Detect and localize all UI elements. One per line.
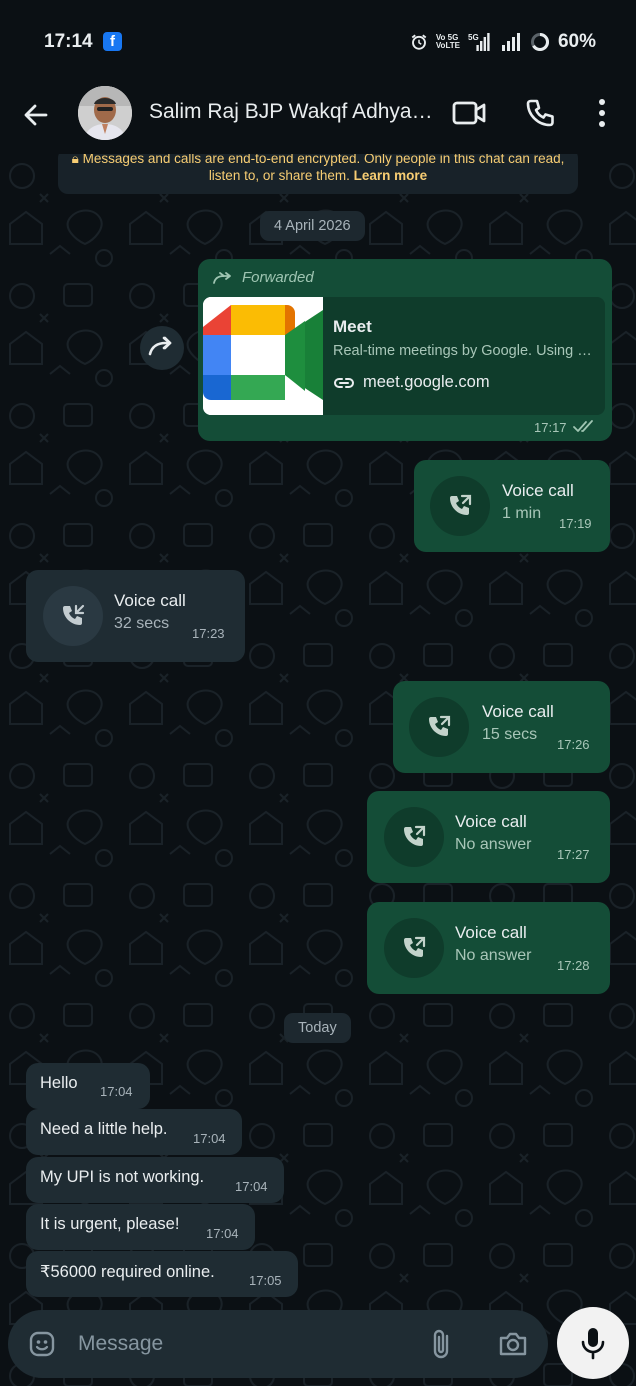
- google-meet-logo: [203, 297, 323, 415]
- date-divider: Today: [284, 1013, 351, 1043]
- avatar-image: [78, 86, 132, 140]
- text-message[interactable]: It is urgent, please! 17:04: [26, 1204, 255, 1250]
- forwarded-icon: [213, 272, 231, 284]
- call-title: Voice call: [455, 812, 527, 831]
- status-time: 17:14: [44, 31, 93, 52]
- link-icon: [334, 378, 354, 388]
- emoji-icon[interactable]: [28, 1330, 56, 1358]
- call-title: Voice call: [502, 481, 574, 500]
- learn-more-link[interactable]: Learn more: [354, 168, 428, 183]
- call-title: Voice call: [114, 591, 186, 610]
- status-bar: 17:14 f Vo 5G VoLTE 5G 60%: [0, 0, 636, 84]
- message-time: 17:17: [534, 420, 567, 435]
- outgoing-call-icon: [450, 494, 472, 515]
- call-message[interactable]: Voice call 15 secs 17:26: [393, 681, 610, 773]
- read-ticks-icon: [573, 420, 593, 432]
- message-time: 17:27: [557, 847, 590, 862]
- signal-icon: [501, 33, 520, 51]
- text-message[interactable]: Hello 17:04: [26, 1063, 150, 1109]
- link-title: Meet: [333, 317, 372, 336]
- lock-icon: 🔒︎: [71, 154, 79, 166]
- phone-icon[interactable]: [524, 97, 556, 129]
- call-message[interactable]: Voice call 32 secs 17:23: [26, 570, 245, 662]
- message-time: 17:04: [206, 1226, 239, 1241]
- call-title: Voice call: [455, 923, 527, 942]
- camera-icon[interactable]: [497, 1329, 529, 1359]
- network-tag-bottom: VoLTE: [435, 41, 460, 50]
- message-time: 17:04: [100, 1084, 133, 1099]
- text-message[interactable]: ₹56000 required online. 17:05: [26, 1251, 298, 1297]
- forward-button[interactable]: [140, 326, 184, 370]
- call-detail: No answer: [455, 947, 532, 964]
- call-icon-circle: [409, 697, 469, 757]
- call-title: Voice call: [482, 702, 554, 721]
- contact-name[interactable]: Salim Raj BJP Wakqf Adhyaksh: [149, 100, 437, 124]
- alarm-icon: [411, 34, 427, 50]
- call-detail: No answer: [455, 836, 532, 853]
- message-input-bar[interactable]: Message: [8, 1310, 548, 1378]
- call-detail: 32 secs: [114, 615, 170, 632]
- encryption-notice[interactable]: 🔒︎ Messages and calls are end-to-end enc…: [58, 154, 578, 194]
- link-url[interactable]: meet.google.com: [363, 373, 490, 392]
- message-time: 17:04: [193, 1131, 226, 1146]
- signal-label: 5G: [468, 33, 479, 42]
- message-time: 17:28: [557, 958, 590, 973]
- outgoing-call-icon: [404, 936, 426, 957]
- message-text: ₹56000 required online.: [40, 1263, 215, 1281]
- text-message[interactable]: My UPI is not working. 17:04: [26, 1157, 284, 1203]
- chat-header: Salim Raj BJP Wakqf Adhyaksh: [0, 84, 636, 154]
- video-call-icon[interactable]: [451, 98, 487, 128]
- forwarded-label: Forwarded: [242, 269, 314, 286]
- message-time: 17:23: [192, 626, 225, 641]
- call-message[interactable]: Voice call 1 min 17:19: [414, 460, 610, 552]
- call-icon-circle: [384, 918, 444, 978]
- outgoing-call-icon: [429, 715, 451, 736]
- message-text: It is urgent, please!: [40, 1215, 180, 1233]
- call-message[interactable]: Voice call No answer 17:27: [367, 791, 610, 883]
- message-input[interactable]: Message: [78, 1332, 163, 1356]
- message-text: My UPI is not working.: [40, 1168, 205, 1186]
- message-text: Need a little help.: [40, 1120, 168, 1138]
- date-divider: 4 April 2026: [260, 211, 365, 241]
- chat-area[interactable]: 🔒︎ Messages and calls are end-to-end enc…: [0, 154, 636, 1386]
- incoming-call-icon: [63, 604, 85, 625]
- voice-record-button[interactable]: [557, 1307, 629, 1379]
- message-time: 17:04: [235, 1179, 268, 1194]
- battery-level: 60%: [557, 31, 596, 52]
- encryption-text: Messages and calls are end-to-end encryp…: [82, 154, 565, 183]
- network-tag: Vo 5G VoLTE: [436, 34, 460, 50]
- paperclip-icon[interactable]: [428, 1327, 456, 1361]
- link-description: Real-time meetings by Google. Using Goog…: [333, 343, 597, 359]
- message-text: Hello: [40, 1074, 78, 1092]
- forward-icon: [148, 336, 172, 356]
- call-icon-circle: [384, 807, 444, 867]
- battery-icon: [530, 32, 549, 51]
- text-message[interactable]: Need a little help. 17:04: [26, 1109, 242, 1155]
- message-time: 17:19: [559, 516, 592, 531]
- call-icon-circle: [43, 586, 103, 646]
- link-message[interactable]: Forwarded Meet Real-time meetings by Goo…: [198, 259, 612, 441]
- microphone-icon: [581, 1328, 605, 1360]
- link-preview-card[interactable]: Meet Real-time meetings by Google. Using…: [203, 297, 605, 415]
- call-detail: 1 min: [502, 505, 542, 522]
- more-vertical-icon[interactable]: [590, 96, 614, 130]
- call-detail: 15 secs: [482, 726, 538, 743]
- status-icons: Vo 5G VoLTE 5G 60%: [410, 30, 596, 54]
- outgoing-call-icon: [404, 825, 426, 846]
- call-icon-circle: [430, 476, 490, 536]
- message-time: 17:05: [249, 1273, 282, 1288]
- call-message[interactable]: Voice call No answer 17:28: [367, 902, 610, 994]
- contact-avatar[interactable]: [78, 86, 132, 140]
- facebook-icon: f: [103, 32, 122, 51]
- signal-5g-icon: 5G: [468, 33, 490, 51]
- arrow-left-icon[interactable]: [20, 99, 52, 131]
- message-time: 17:26: [557, 737, 590, 752]
